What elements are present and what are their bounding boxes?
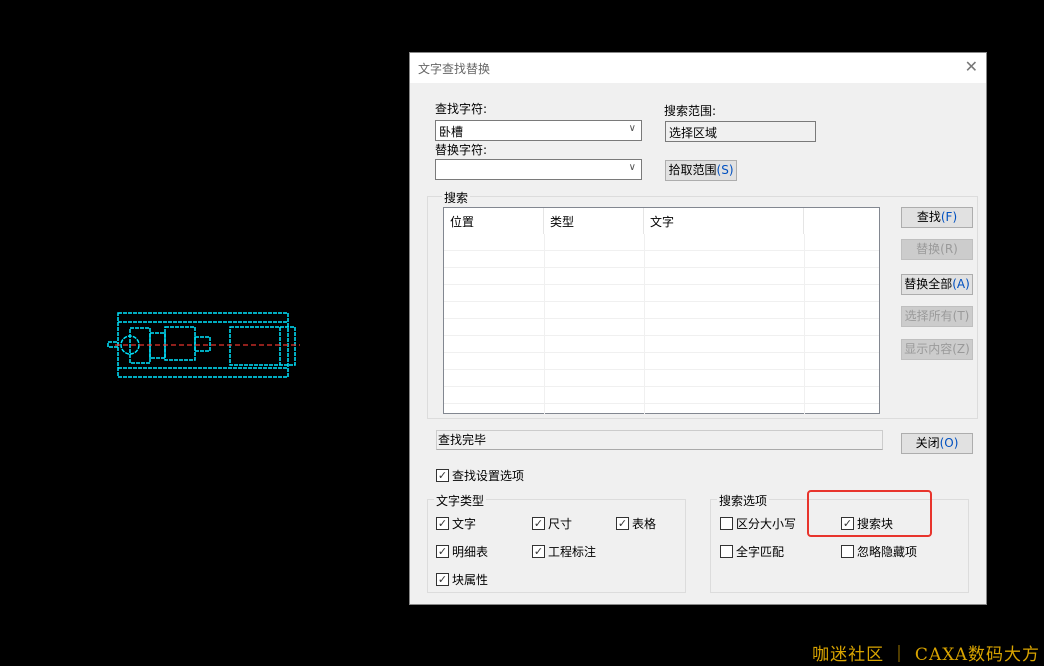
checkbox-icon[interactable]: ✓ [436, 545, 449, 558]
replace-combo[interactable]: ∨ [435, 159, 642, 180]
table-row[interactable] [444, 387, 879, 404]
text-type-group-title: 文字类型 [434, 492, 487, 509]
status-field: 查找完毕 [436, 430, 883, 450]
column-divider [804, 234, 805, 414]
table-row[interactable] [444, 353, 879, 370]
table-row[interactable] [444, 268, 879, 285]
cad-drawing [107, 312, 300, 378]
column-divider [544, 234, 545, 414]
column-header-type[interactable]: 类型 [544, 208, 644, 234]
checkbox-icon[interactable] [720, 517, 733, 530]
table-row[interactable] [444, 370, 879, 387]
table-row[interactable] [444, 234, 879, 251]
text-type-checkbox-4[interactable]: ✓ 工程标注 [532, 543, 596, 560]
results-table[interactable]: 位置 类型 文字 [443, 207, 880, 414]
text-type-checkbox-2[interactable]: ✓ 表格 [616, 515, 656, 532]
checkbox-icon[interactable] [841, 545, 854, 558]
search-options-group-title: 搜索选项 [717, 492, 770, 509]
table-row[interactable] [444, 302, 879, 319]
table-row[interactable] [444, 285, 879, 302]
side-button-4[interactable]: 显示内容(Z) [901, 339, 973, 360]
checkbox-icon[interactable]: ✓ [616, 517, 629, 530]
dialog-title: 文字查找替换 [418, 62, 491, 76]
scope-field: 选择区域 [665, 121, 816, 142]
side-button-2[interactable]: 替换全部(A) [901, 274, 973, 295]
text-type-checkbox-3[interactable]: ✓ 明细表 [436, 543, 488, 560]
highlight-box [807, 490, 932, 537]
checkbox-icon[interactable] [720, 545, 733, 558]
column-header-extra[interactable] [804, 208, 879, 234]
text-type-checkbox-1[interactable]: ✓ 尺寸 [532, 515, 572, 532]
checkbox-icon[interactable]: ✓ [436, 573, 449, 586]
column-divider [644, 234, 645, 414]
find-value: 卧槽 [439, 125, 464, 139]
replace-label: 替换字符: [435, 143, 488, 157]
table-row[interactable] [444, 336, 879, 353]
checkbox-icon[interactable]: ✓ [532, 517, 545, 530]
pick-scope-button[interactable]: 拾取范围(S) [665, 160, 737, 181]
text-type-checkbox-0[interactable]: ✓ 文字 [436, 515, 476, 532]
column-header-position[interactable]: 位置 [444, 208, 544, 234]
search-option-checkbox-0[interactable]: 区分大小写 [720, 515, 796, 532]
watermark: 咖迷社区 ｜ CAXA数码大方 [812, 645, 1040, 665]
checkbox-icon[interactable]: ✓ [532, 545, 545, 558]
find-combo[interactable]: 卧槽 ∨ [435, 120, 642, 141]
side-button-3[interactable]: 选择所有(T) [901, 306, 973, 327]
search-group-title: 搜索 [442, 189, 471, 206]
side-button-1[interactable]: 替换(R) [901, 239, 973, 260]
table-row[interactable] [444, 251, 879, 268]
side-button-0[interactable]: 查找(F) [901, 207, 973, 228]
text-type-checkbox-5[interactable]: ✓ 块属性 [436, 571, 488, 588]
find-replace-dialog: 文字查找替换 ✕ 查找字符: 卧槽 ∨ 替换字符: ∨ 搜索范围: 选择区域 拾… [409, 52, 987, 605]
column-header-text[interactable]: 文字 [644, 208, 804, 234]
chevron-down-icon[interactable]: ∨ [629, 123, 636, 134]
settings-option-checkbox[interactable]: ✓ 查找设置选项 [436, 467, 524, 484]
checkbox-icon[interactable]: ✓ [436, 517, 449, 530]
table-row[interactable] [444, 319, 879, 336]
search-option-checkbox-2[interactable]: 全字匹配 [720, 543, 784, 560]
close-icon[interactable]: ✕ [965, 57, 978, 76]
close-button[interactable]: 关闭(O) [901, 433, 973, 454]
chevron-down-icon[interactable]: ∨ [629, 162, 636, 173]
search-option-checkbox-3[interactable]: 忽略隐藏项 [841, 543, 917, 560]
title-bar: 文字查找替换 ✕ [410, 53, 986, 83]
scope-label: 搜索范围: [664, 104, 717, 118]
find-label: 查找字符: [435, 102, 488, 116]
